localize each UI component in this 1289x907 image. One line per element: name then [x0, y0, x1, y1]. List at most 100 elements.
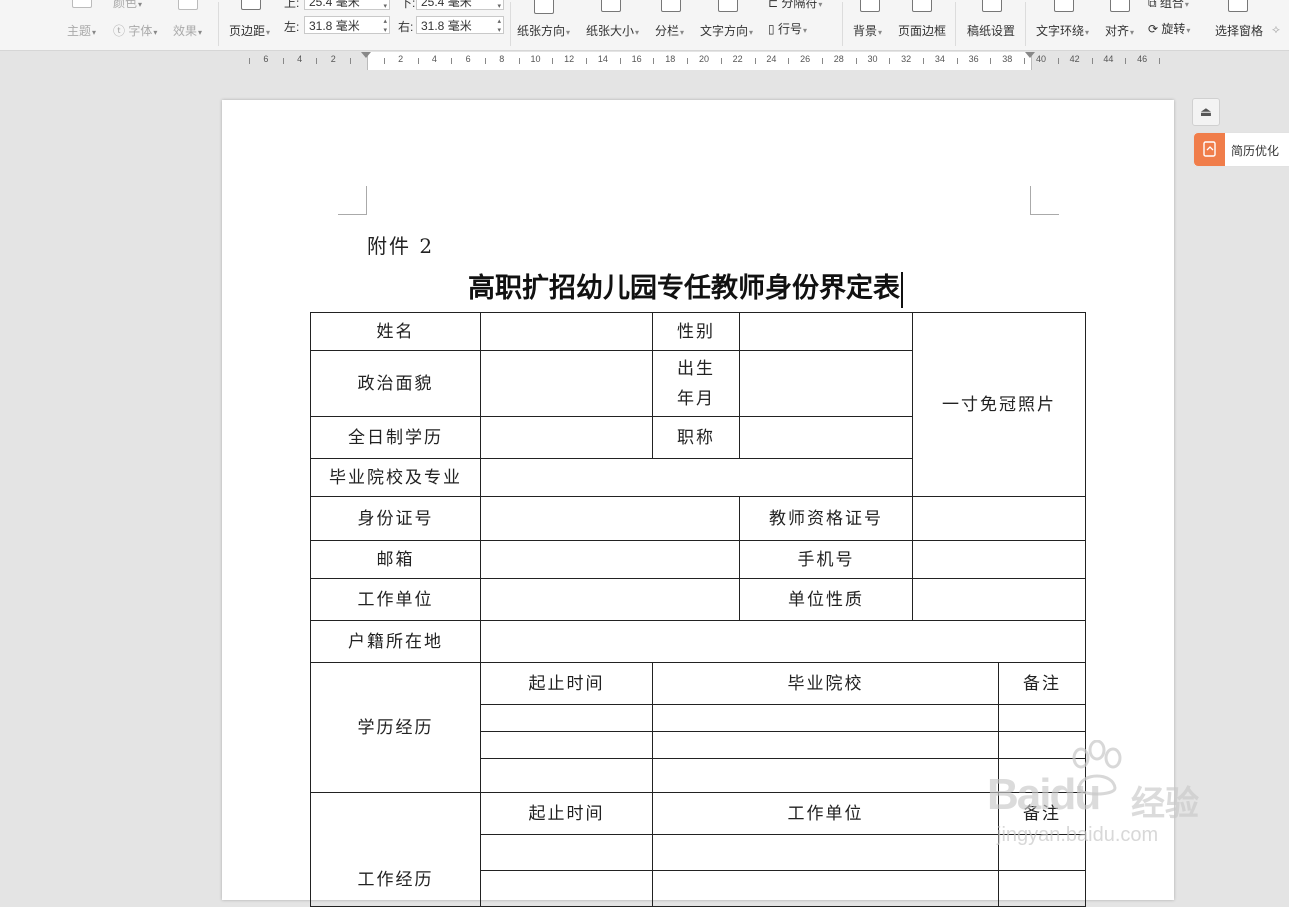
first-line-indent-marker[interactable] [361, 52, 371, 58]
page-border-button[interactable]: 页面边框 [898, 22, 946, 39]
background-button[interactable]: 背景▾ [853, 22, 882, 39]
identity-form-table: 姓名 性别 一寸免冠照片 政治面貌 出生 年月 全日制学历 职称 毕业院校及专业 … [310, 312, 1086, 907]
right-margin-label: 右: [398, 20, 414, 34]
input-school-major[interactable] [480, 458, 913, 497]
input-teacher-cert[interactable] [912, 496, 1086, 541]
input-name[interactable] [480, 312, 653, 351]
theme-button[interactable]: 主题▾ [67, 22, 96, 39]
ruler-number: 30 [867, 54, 878, 64]
label-name: 姓名 [310, 312, 481, 351]
manuscript-icon [982, 0, 1002, 12]
edu-cell[interactable] [480, 704, 653, 732]
input-phone[interactable] [912, 540, 1086, 579]
ruler-tick [990, 58, 992, 64]
edu-cell[interactable] [480, 731, 653, 759]
document-title[interactable]: 高职扩招幼儿园专任教师身份界定表 [468, 266, 903, 308]
wrap-text-button[interactable]: 文字环绕▾ [1036, 22, 1089, 39]
effect-icon [178, 0, 198, 10]
orientation-button[interactable]: 纸张方向▾ [517, 22, 570, 39]
top-margin-input[interactable]: 25.4 毫米▴▾ [304, 0, 390, 10]
ruler-tick [687, 58, 689, 64]
input-birth[interactable] [739, 350, 913, 417]
panel-collapse-button[interactable]: ⏏ [1192, 98, 1220, 126]
work-cell[interactable] [998, 870, 1086, 907]
top-margin-label: 上: [284, 0, 300, 10]
input-id-number[interactable] [480, 496, 740, 541]
ruler-tick [1125, 58, 1127, 64]
ruler-tick [282, 58, 284, 64]
ruler-number: 42 [1069, 54, 1080, 64]
ruler-tick [552, 58, 554, 64]
work-cell[interactable] [480, 834, 653, 871]
right-indent-marker[interactable] [1025, 52, 1035, 58]
ruler-number: 28 [833, 54, 844, 64]
label-edu-history: 学历经历 [310, 662, 481, 793]
breaks-button[interactable]: ⊏ 分隔符▾ [768, 0, 822, 11]
resume-optimize-button[interactable]: 简历优化 [1193, 132, 1289, 167]
more-icon[interactable]: ⟡ [1272, 22, 1280, 37]
label-education: 全日制学历 [310, 416, 481, 459]
left-margin-input[interactable]: 31.8 毫米 ▴ ▾ [304, 16, 390, 34]
work-cell[interactable] [480, 870, 653, 907]
ruler-number: 14 [597, 54, 608, 64]
manuscript-button[interactable]: 稿纸设置 [967, 22, 1015, 39]
rotate-button[interactable]: ⟳ 旋转▾ [1148, 20, 1190, 37]
paper-size-icon [601, 0, 621, 12]
ruler-number: 32 [901, 54, 912, 64]
text-direction-button[interactable]: 文字方向▾ [700, 22, 753, 39]
ruler-tick [1024, 58, 1026, 64]
columns-button[interactable]: 分栏▾ [655, 22, 684, 39]
ruler-number: 38 [1002, 54, 1013, 64]
ruler-number: 20 [698, 54, 710, 64]
ruler-number: 36 [968, 54, 979, 64]
input-household[interactable] [480, 620, 1086, 663]
annex-label: 附件 2 [367, 234, 435, 258]
theme-icon [72, 0, 92, 8]
group-button[interactable]: ⧉ 组合▾ [1148, 0, 1189, 11]
ruler-number: 8 [499, 54, 505, 64]
label-household: 户籍所在地 [310, 620, 481, 663]
edu-cell[interactable] [652, 704, 999, 732]
input-political[interactable] [480, 350, 653, 417]
color-button[interactable]: 颜色▾ [113, 0, 142, 11]
paper-size-button[interactable]: 纸张大小▾ [586, 22, 639, 39]
margins-button[interactable]: 页边距▾ [229, 22, 270, 39]
edu-cell[interactable] [480, 758, 653, 793]
edu-cell[interactable] [652, 731, 999, 759]
ruler-tick [518, 58, 520, 64]
input-title[interactable] [739, 416, 913, 459]
watermark-url: jingyan.baidu.com [997, 824, 1159, 846]
label-id-number: 身份证号 [310, 496, 481, 541]
edu-cell[interactable] [998, 704, 1086, 732]
margin-corner-top-left [338, 186, 367, 215]
header-work-start-end: 起止时间 [480, 792, 653, 835]
line-numbers-button[interactable]: ▯ 行号▾ [768, 20, 807, 37]
edu-cell[interactable] [652, 758, 999, 793]
bottom-margin-input[interactable]: 25.4 毫米▴▾ [416, 0, 504, 10]
input-gender[interactable] [739, 312, 913, 351]
input-employer[interactable] [480, 578, 740, 621]
header-work-unit: 工作单位 [652, 792, 999, 835]
input-employer-type[interactable] [912, 578, 1086, 621]
header-start-end: 起止时间 [480, 662, 653, 705]
right-margin-input[interactable]: 31.8 毫米 ▴ ▾ [416, 16, 504, 34]
selection-pane-button[interactable]: 选择窗格 [1215, 22, 1263, 39]
input-email[interactable] [480, 540, 740, 579]
work-cell[interactable] [652, 870, 999, 907]
work-cell[interactable] [652, 834, 999, 871]
bottom-margin-label: 下: [400, 0, 416, 10]
ruler-number: 22 [732, 54, 743, 64]
ruler-tick [619, 58, 621, 64]
ruler-number: 6 [263, 54, 269, 64]
align-button[interactable]: 对齐▾ [1105, 22, 1134, 39]
ruler-tick [821, 58, 823, 64]
photo-cell[interactable]: 一寸免冠照片 [912, 312, 1086, 497]
font-button[interactable]: ⓣ 字体▾ [113, 22, 157, 39]
input-education[interactable] [480, 416, 653, 459]
ruler-number: 46 [1137, 54, 1148, 64]
background-icon [860, 0, 880, 12]
ruler-tick [383, 58, 385, 64]
ruler-tick [484, 58, 486, 64]
effect-button[interactable]: 效果▾ [173, 22, 202, 39]
horizontal-ruler[interactable]: 6 4 2 2 4 6 8 10 12 14 16 18 20 22 24 26 28 30 32 34 36 38 40 4… [240, 52, 1164, 70]
